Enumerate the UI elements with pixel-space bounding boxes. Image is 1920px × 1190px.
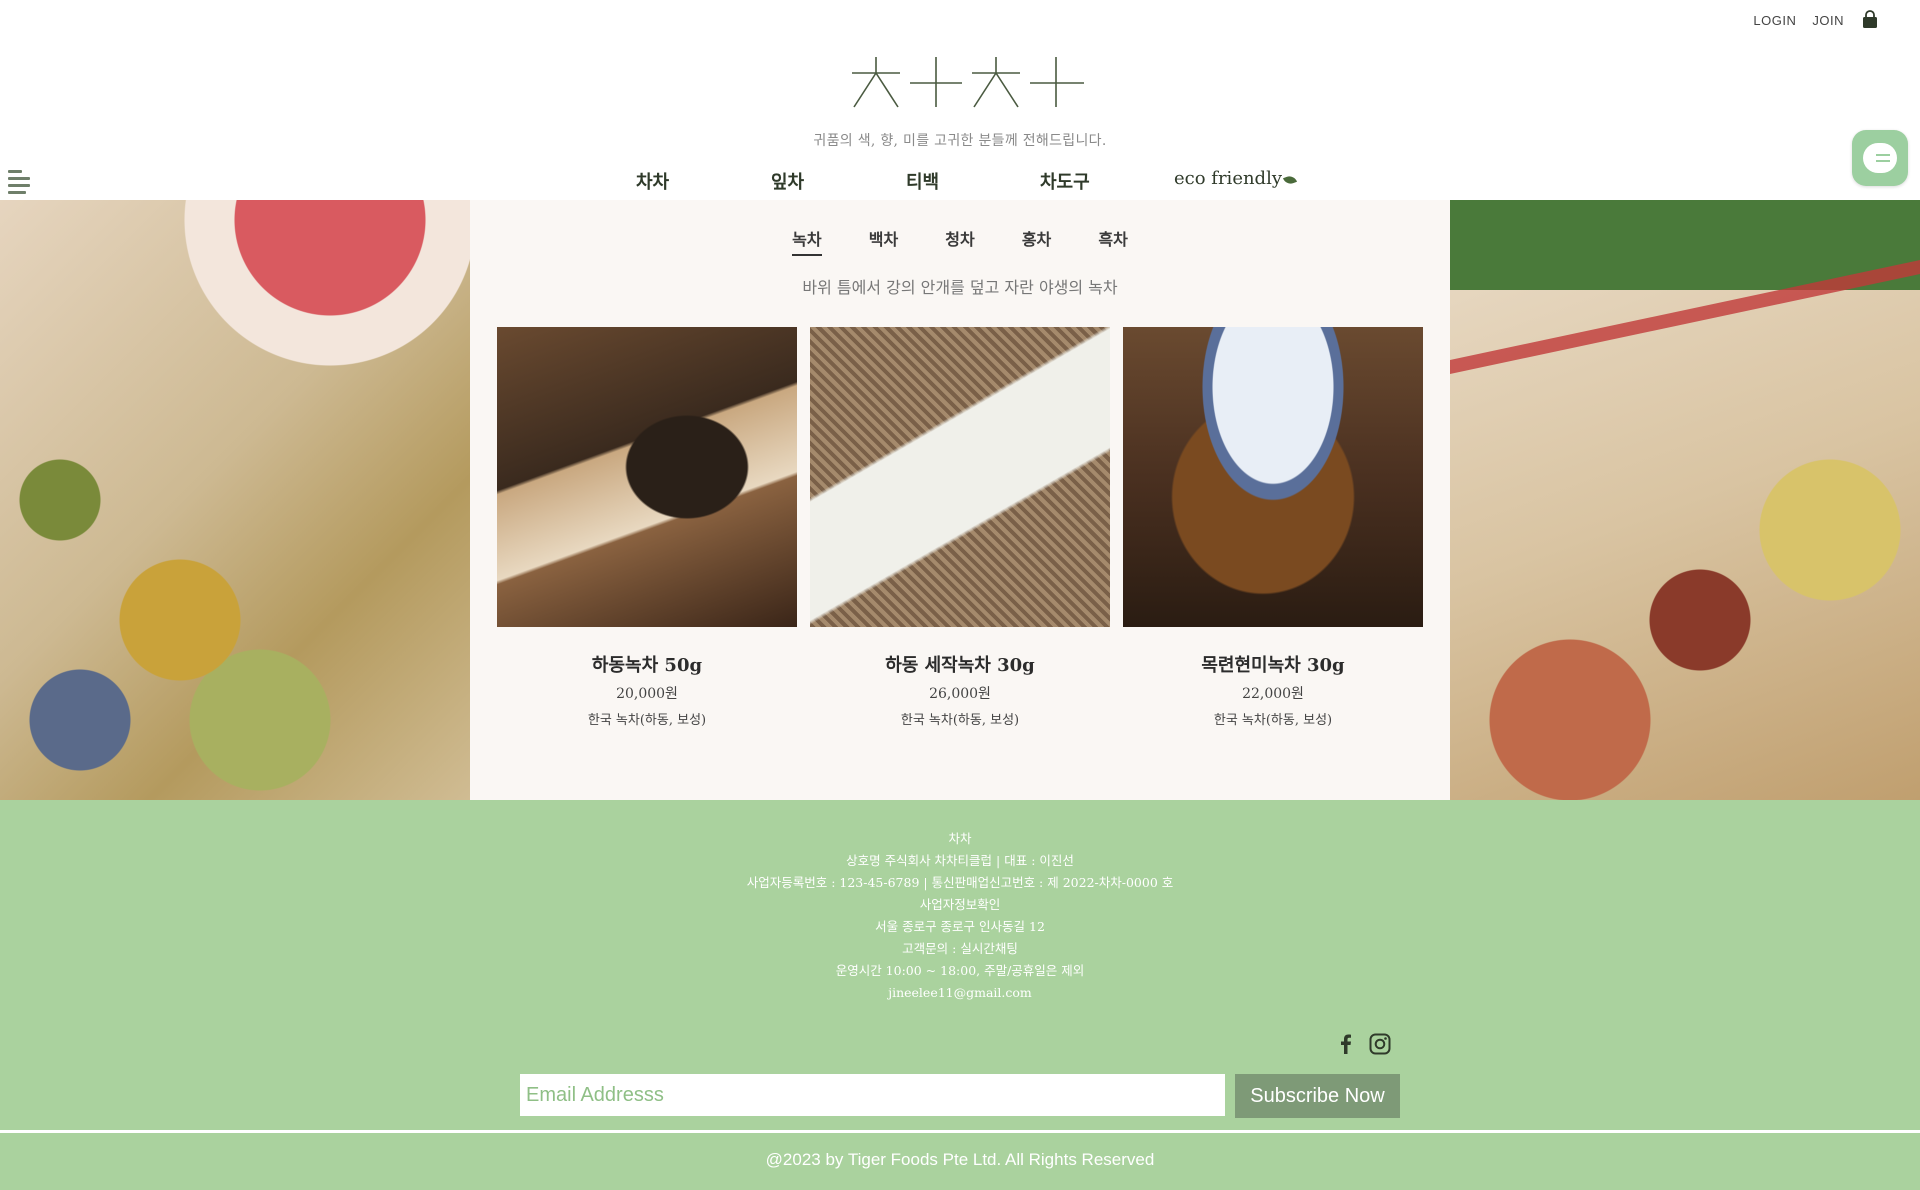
site-footer: 차차 상호명 주식회사 차차티클럽 | 대표 : 이진선 사업자등록번호 : 1… [0, 800, 1920, 1190]
category-description: 바위 틈에서 강의 안개를 덮고 자란 야생의 녹차 [802, 278, 1118, 297]
hero-right-image [1450, 200, 1920, 800]
product-image[interactable] [497, 327, 797, 627]
site-logo[interactable] [850, 55, 1086, 111]
product-panel: 녹차 백차 청차 홍차 흑차 바위 틈에서 강의 안개를 덮고 자란 야생의 녹… [470, 200, 1450, 800]
product-image[interactable] [1123, 327, 1423, 627]
tagline: 귀품의 색, 향, 미를 고귀한 분들께 전해드립니다. [813, 133, 1107, 149]
product-price: 20,000원 [616, 686, 678, 702]
email-input[interactable] [520, 1074, 1225, 1116]
footer-registration: 사업자등록번호 : 123-45-6789 | 통신판매업신고번호 : 제 20… [746, 875, 1174, 890]
footer-brand: 차차 [948, 831, 972, 846]
product-card[interactable]: 하동녹차 50g 20,000원 한국 녹차(하동, 보성) [497, 327, 797, 747]
tab-oolong-tea[interactable]: 청차 [945, 226, 974, 254]
chat-button[interactable] [1852, 130, 1908, 186]
tab-green-tea[interactable]: 녹차 [792, 226, 822, 256]
social-links [1334, 1032, 1392, 1056]
copyright-text: @2023 by Tiger Foods Pte Ltd. All Rights… [765, 1150, 1155, 1169]
instagram-icon[interactable] [1368, 1032, 1392, 1056]
hero-left-image [0, 200, 470, 800]
footer-company-name: 상호명 주식회사 차차티클럽 | 대표 : 이진선 [846, 853, 1074, 868]
join-link[interactable]: JOIN [1812, 13, 1844, 28]
footer-address: 서울 종로구 종로구 인사동길 12 [875, 919, 1045, 934]
product-name[interactable]: 하동녹차 50g [497, 651, 797, 677]
product-origin: 한국 녹차(하동, 보성) [1213, 713, 1333, 728]
product-price: 26,000원 [929, 686, 991, 702]
login-link[interactable]: LOGIN [1753, 13, 1796, 28]
footer-email-link[interactable]: jineelee11@gmail.com [0, 982, 1920, 1004]
product-origin: 한국 녹차(하동, 보성) [900, 713, 1020, 728]
product-price: 22,000원 [1242, 686, 1304, 702]
nav-item-chacha[interactable]: 차차 [636, 168, 669, 194]
leaf-icon [1283, 174, 1298, 186]
product-name[interactable]: 하동 세작녹차 30g [810, 651, 1110, 677]
company-info: 차차 상호명 주식회사 차차티클럽 | 대표 : 이진선 사업자등록번호 : 1… [0, 828, 1920, 1004]
footer-customer-service: 고객문의 : 실시간채팅 [902, 941, 1018, 956]
subscribe-button[interactable]: Subscribe Now [1235, 1074, 1400, 1118]
nav-item-tea-tools[interactable]: 차도구 [1040, 168, 1090, 194]
product-image[interactable] [810, 327, 1110, 627]
chat-icon [1863, 143, 1897, 173]
tab-white-tea[interactable]: 백차 [869, 226, 898, 254]
site-header: LOGIN JOIN 귀품의 색, 향, 미를 고귀한 분들께 전해드립니다. … [0, 0, 1920, 200]
product-origin: 한국 녹차(하동, 보성) [587, 713, 707, 728]
nav-item-teabag[interactable]: 티백 [906, 168, 939, 194]
footer-business-info-link[interactable]: 사업자정보확인 [0, 894, 1920, 916]
product-name[interactable]: 목련현미녹차 30g [1123, 651, 1423, 677]
facebook-icon[interactable] [1334, 1032, 1358, 1056]
nav-item-loose-leaf[interactable]: 잎차 [771, 168, 804, 194]
footer-hours: 운영시간 10:00 ~ 18:00, 주말/공휴일은 제외 [835, 963, 1085, 978]
hero-section: 녹차 백차 청차 홍차 흑차 바위 틈에서 강의 안개를 덮고 자란 야생의 녹… [0, 200, 1920, 800]
product-card[interactable]: 하동 세작녹차 30g 26,000원 한국 녹차(하동, 보성) [810, 327, 1110, 747]
shopping-bag-icon[interactable] [1860, 10, 1880, 30]
nav-item-eco-label: eco friendly [1174, 168, 1283, 189]
top-links: LOGIN JOIN [1753, 10, 1880, 30]
nav-item-eco-friendly[interactable]: eco friendly [1174, 168, 1298, 189]
sub-category-tabs: 녹차 백차 청차 홍차 흑차 [470, 226, 1450, 256]
footer-divider [0, 1130, 1920, 1133]
tab-black-tea[interactable]: 홍차 [1022, 226, 1051, 254]
main-nav: 차차 잎차 티백 차도구 eco friendly [0, 168, 1920, 200]
product-card[interactable]: 목련현미녹차 30g 22,000원 한국 녹차(하동, 보성) [1123, 327, 1423, 747]
tab-dark-tea[interactable]: 흑차 [1098, 226, 1127, 254]
